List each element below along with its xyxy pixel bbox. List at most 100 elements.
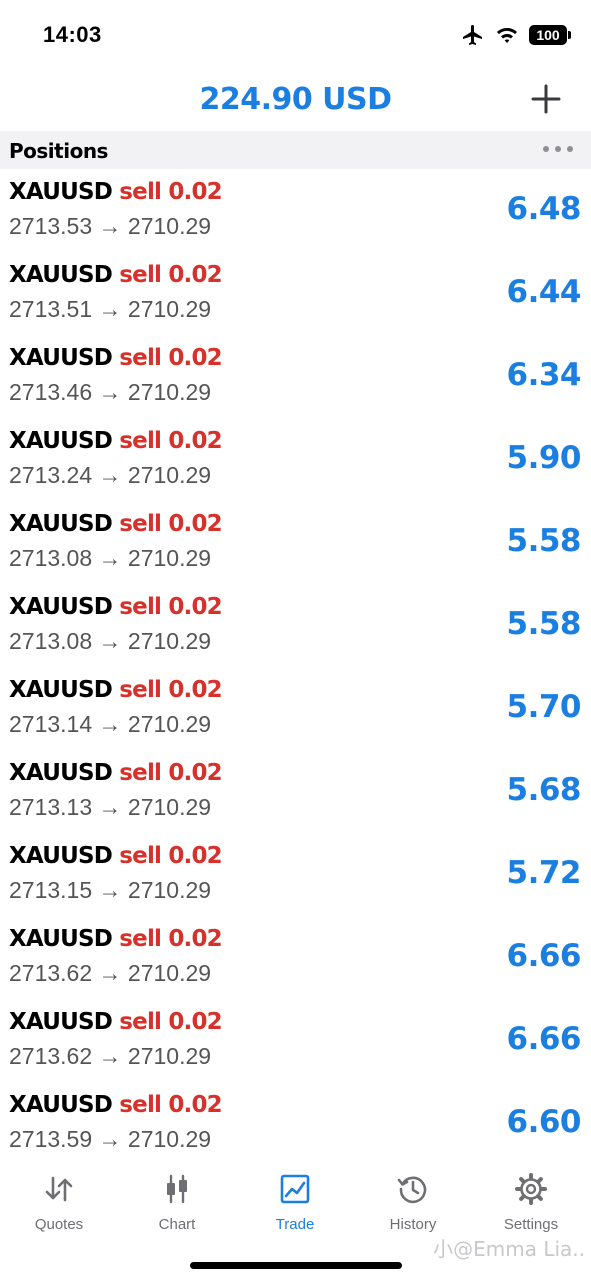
position-type: sell 0.02 [119, 760, 222, 786]
home-indicator[interactable] [190, 1262, 402, 1269]
position-symbol: XAUUSD [9, 1009, 113, 1035]
position-profit: 6.60 [506, 1104, 582, 1140]
position-prices: 2713.59 → 2710.29 [9, 1126, 212, 1152]
position-row[interactable]: XAUUSD sell 0.02 2713.08 → 2710.29 5.58 [0, 584, 591, 667]
tab-quotes[interactable]: Quotes [0, 1172, 118, 1242]
position-title: XAUUSD sell 0.02 [9, 179, 223, 205]
position-profit: 5.70 [506, 689, 582, 725]
position-profit: 6.48 [506, 191, 582, 227]
position-title: XAUUSD sell 0.02 [9, 926, 223, 952]
quotes-icon [45, 1176, 73, 1202]
position-profit: 5.72 [506, 855, 582, 891]
position-profit: 6.66 [506, 1021, 582, 1057]
position-type: sell 0.02 [119, 345, 222, 371]
position-row[interactable]: XAUUSD sell 0.02 2713.59 → 2710.29 6.60 [0, 1082, 591, 1165]
position-title: XAUUSD sell 0.02 [9, 594, 223, 620]
position-prices: 2713.51 → 2710.29 [9, 296, 212, 322]
position-title: XAUUSD sell 0.02 [9, 511, 223, 537]
wifi-icon [497, 28, 517, 43]
position-profit: 6.34 [506, 357, 582, 393]
position-symbol: XAUUSD [9, 179, 113, 205]
tab-label: History [389, 1216, 437, 1233]
position-row[interactable]: XAUUSD sell 0.02 2713.53 → 2710.29 6.48 [0, 169, 591, 252]
chart-icon [167, 1174, 187, 1204]
position-title: XAUUSD sell 0.02 [9, 1092, 223, 1118]
position-row[interactable]: XAUUSD sell 0.02 2713.13 → 2710.29 5.68 [0, 750, 591, 833]
position-type: sell 0.02 [119, 179, 222, 205]
position-symbol: XAUUSD [9, 926, 113, 952]
position-row[interactable]: XAUUSD sell 0.02 2713.08 → 2710.29 5.58 [0, 501, 591, 584]
add-order-button[interactable] [529, 82, 563, 116]
position-row[interactable]: XAUUSD sell 0.02 2713.51 → 2710.29 6.44 [0, 252, 591, 335]
position-profit: 6.66 [506, 938, 582, 974]
position-prices: 2713.08 → 2710.29 [9, 545, 212, 571]
airplane-icon [463, 25, 482, 45]
tab-trade[interactable]: Trade [236, 1172, 354, 1242]
position-type: sell 0.02 [119, 262, 222, 288]
position-prices: 2713.46 → 2710.29 [9, 379, 212, 405]
position-profit: 5.68 [506, 772, 582, 808]
position-type: sell 0.02 [119, 594, 222, 620]
position-type: sell 0.02 [119, 1009, 222, 1035]
tab-chart[interactable]: Chart [118, 1172, 236, 1242]
position-title: XAUUSD sell 0.02 [9, 1009, 223, 1035]
tab-label: Trade [275, 1216, 315, 1233]
position-symbol: XAUUSD [9, 1092, 113, 1118]
position-row[interactable]: XAUUSD sell 0.02 2713.62 → 2710.29 6.66 [0, 916, 591, 999]
position-symbol: XAUUSD [9, 677, 113, 703]
position-symbol: XAUUSD [9, 345, 113, 371]
positions-section-header: Positions [0, 131, 591, 169]
position-type: sell 0.02 [119, 843, 222, 869]
status-bar: 14:03 100 [0, 0, 591, 70]
position-prices: 2713.15 → 2710.29 [9, 877, 212, 903]
watermark: 小@Emma Lia.. [433, 1237, 585, 1261]
position-title: XAUUSD sell 0.02 [9, 428, 223, 454]
position-type: sell 0.02 [119, 428, 222, 454]
more-options-icon[interactable] [543, 146, 573, 152]
position-symbol: XAUUSD [9, 511, 113, 537]
position-row[interactable]: XAUUSD sell 0.02 2713.15 → 2710.29 5.72 [0, 833, 591, 916]
tab-settings[interactable]: Settings [472, 1172, 590, 1242]
position-prices: 2713.08 → 2710.29 [9, 628, 212, 654]
positions-list: XAUUSD sell 0.02 2713.53 → 2710.29 6.48 XAU… [0, 169, 591, 1165]
status-time: 14:03 [43, 22, 102, 47]
tab-label: Chart [158, 1216, 196, 1233]
position-row[interactable]: XAUUSD sell 0.02 2713.14 → 2710.29 5.70 [0, 667, 591, 750]
gear-icon [515, 1173, 547, 1205]
position-symbol: XAUUSD [9, 262, 113, 288]
tab-history[interactable]: History [354, 1172, 472, 1242]
position-type: sell 0.02 [119, 1092, 222, 1118]
position-profit: 5.90 [506, 440, 582, 476]
account-balance: 224.90 USD [199, 82, 392, 117]
position-prices: 2713.24 → 2710.29 [9, 462, 212, 488]
position-symbol: XAUUSD [9, 594, 113, 620]
history-icon [397, 1176, 427, 1204]
position-type: sell 0.02 [119, 926, 222, 952]
position-prices: 2713.62 → 2710.29 [9, 1043, 212, 1069]
position-prices: 2713.14 → 2710.29 [9, 711, 212, 737]
trade-icon [280, 1174, 310, 1204]
position-symbol: XAUUSD [9, 843, 113, 869]
position-prices: 2713.53 → 2710.29 [9, 213, 212, 239]
battery-icon: 100 [529, 25, 571, 45]
position-title: XAUUSD sell 0.02 [9, 760, 223, 786]
position-profit: 6.44 [506, 274, 582, 310]
plus-icon [531, 84, 561, 114]
position-type: sell 0.02 [119, 677, 222, 703]
position-title: XAUUSD sell 0.02 [9, 677, 223, 703]
position-row[interactable]: XAUUSD sell 0.02 2713.24 → 2710.29 5.90 [0, 418, 591, 501]
position-prices: 2713.62 → 2710.29 [9, 960, 212, 986]
position-type: sell 0.02 [119, 511, 222, 537]
position-row[interactable]: XAUUSD sell 0.02 2713.62 → 2710.29 6.66 [0, 999, 591, 1082]
status-icons: 100 [461, 22, 571, 48]
position-title: XAUUSD sell 0.02 [9, 262, 223, 288]
position-symbol: XAUUSD [9, 760, 113, 786]
position-profit: 5.58 [506, 606, 582, 642]
position-profit: 5.58 [506, 523, 582, 559]
position-symbol: XAUUSD [9, 428, 113, 454]
header: 224.90 USD [0, 70, 591, 130]
position-row[interactable]: XAUUSD sell 0.02 2713.46 → 2710.29 6.34 [0, 335, 591, 418]
position-title: XAUUSD sell 0.02 [9, 843, 223, 869]
position-title: XAUUSD sell 0.02 [9, 345, 223, 371]
position-prices: 2713.13 → 2710.29 [9, 794, 212, 820]
